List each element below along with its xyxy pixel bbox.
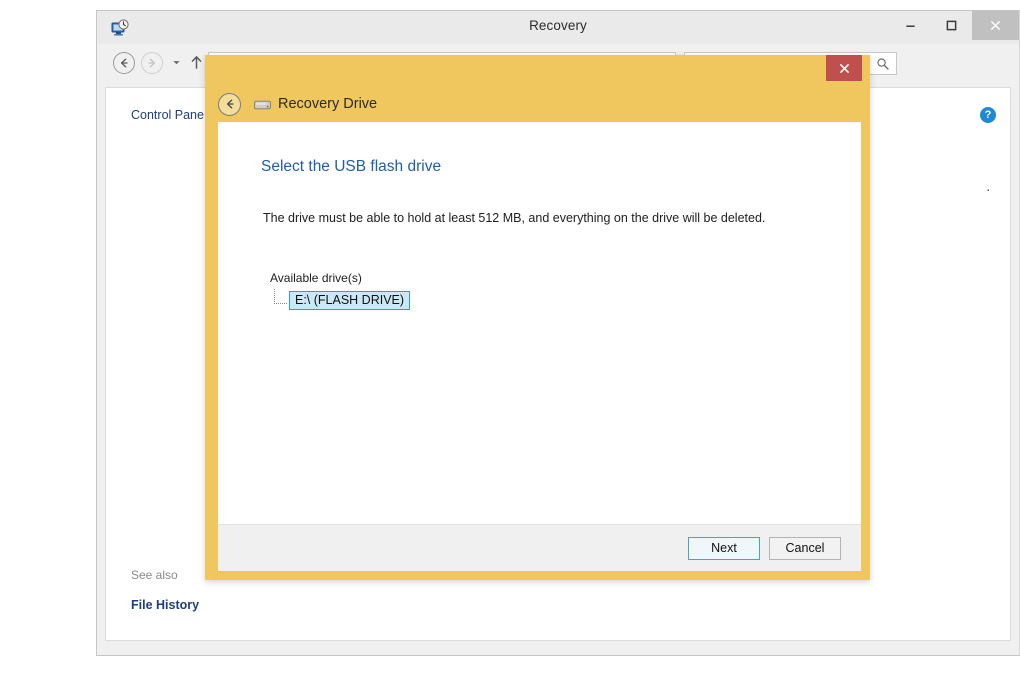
dialog-titlebar[interactable] [205, 55, 870, 86]
next-button[interactable]: Next [688, 536, 760, 560]
close-button[interactable] [972, 11, 1019, 40]
breadcrumb[interactable]: Control Pane [131, 108, 204, 122]
chevron-down-icon[interactable] [171, 58, 181, 68]
dialog-description: The drive must be able to hold at least … [263, 211, 766, 225]
available-drives-label: Available drive(s) [270, 271, 362, 285]
back-icon[interactable] [113, 52, 135, 74]
drive-list-item[interactable]: E:\ (FLASH DRIVE) [289, 290, 411, 310]
forward-icon[interactable] [141, 52, 163, 74]
maximize-button[interactable] [931, 11, 972, 40]
recovery-drive-dialog: Recovery Drive Select the USB flash driv… [205, 55, 870, 580]
dialog-back-icon[interactable] [218, 92, 241, 116]
dialog-heading: Select the USB flash drive [261, 158, 442, 175]
dialog-footer: Next Cancel [218, 524, 861, 571]
tree-connector-icon [274, 289, 287, 304]
window-title: Recovery [529, 18, 587, 33]
cancel-button[interactable]: Cancel [769, 536, 841, 560]
window-titlebar[interactable]: Recovery [97, 11, 1019, 44]
screen: Recovery Control Pane ? . See also File … [0, 0, 1020, 680]
minimize-button[interactable] [890, 11, 931, 40]
search-icon [876, 57, 890, 71]
dialog-title: Recovery Drive [278, 96, 378, 112]
see-also-label: See also [131, 568, 178, 582]
see-also-link-file-history[interactable]: File History [131, 598, 199, 612]
dialog-close-button[interactable] [826, 55, 862, 81]
drive-icon [254, 98, 271, 110]
window-controls [890, 11, 1019, 44]
dialog-panel: Select the USB flash drive The drive mus… [218, 122, 861, 571]
help-icon[interactable]: ? [980, 107, 996, 123]
drive-list: E:\ (FLASH DRIVE) [274, 289, 411, 311]
dialog-header: Recovery Drive [205, 86, 870, 122]
up-arrow-icon[interactable] [190, 55, 203, 72]
